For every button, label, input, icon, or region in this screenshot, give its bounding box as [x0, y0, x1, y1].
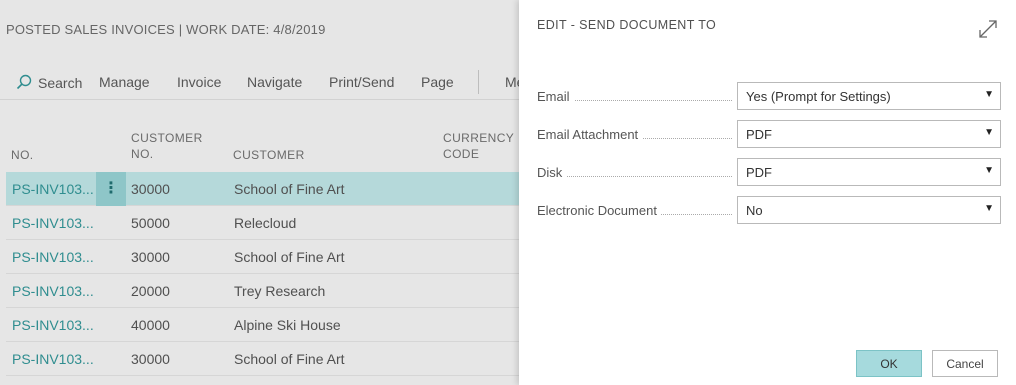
electronic-document-select[interactable]: No ▼	[737, 196, 1001, 224]
invoice-no[interactable]: PS-INV103...	[12, 317, 94, 333]
customer-no: 30000	[131, 249, 170, 265]
email-value: Yes (Prompt for Settings)	[746, 89, 891, 104]
search-icon	[16, 74, 32, 90]
table-row[interactable]: PS-INV103... 30000 School of Fine Art	[6, 240, 520, 274]
dialog-title: EDIT - SEND DOCUMENT TO	[537, 18, 717, 32]
column-header-customer-no[interactable]: CUSTOMER NO.	[131, 130, 203, 162]
email-label: Email	[537, 89, 574, 104]
expand-icon[interactable]	[977, 18, 999, 40]
disk-field: Disk PDF ▼	[537, 158, 1002, 186]
email-select[interactable]: Yes (Prompt for Settings) ▼	[737, 82, 1001, 110]
column-header-currency-line1: CURRENCY	[443, 131, 515, 145]
column-header-no[interactable]: NO.	[11, 147, 34, 163]
dropdown-arrow-icon: ▼	[984, 165, 994, 176]
invoice-no[interactable]: PS-INV103...	[12, 283, 94, 299]
table-row[interactable]: PS-INV103... 20000 Trey Research	[6, 274, 520, 308]
invoice-no[interactable]: PS-INV103...	[12, 181, 94, 197]
email-attachment-select[interactable]: PDF ▼	[737, 120, 1001, 148]
search-action[interactable]: Search	[16, 74, 82, 91]
electronic-document-field: Electronic Document No ▼	[537, 196, 1002, 224]
email-field: Email Yes (Prompt for Settings) ▼	[537, 82, 1002, 110]
email-attachment-field: Email Attachment PDF ▼	[537, 120, 1002, 148]
electronic-document-label: Electronic Document	[537, 203, 661, 218]
column-header-customer-no-line1: CUSTOMER	[131, 131, 203, 145]
dropdown-arrow-icon: ▼	[984, 89, 994, 100]
electronic-document-value: No	[746, 203, 763, 218]
navigate-action[interactable]: Navigate	[247, 74, 302, 90]
page-title: POSTED SALES INVOICES | WORK DATE: 4/8/2…	[6, 22, 326, 37]
invoice-rows: PS-INV103... ⋮ 30000 School of Fine Art …	[6, 172, 520, 376]
email-attachment-value: PDF	[746, 127, 772, 142]
customer-name: School of Fine Art	[234, 351, 345, 367]
search-label: Search	[38, 75, 83, 91]
print-send-action[interactable]: Print/Send	[329, 74, 394, 90]
ok-button[interactable]: OK	[856, 350, 922, 377]
email-attachment-label: Email Attachment	[537, 127, 643, 142]
send-document-dialog: EDIT - SEND DOCUMENT TO Email Yes (Promp…	[519, 0, 1016, 385]
customer-no: 20000	[131, 283, 170, 299]
row-menu-icon[interactable]: ⋮	[96, 172, 126, 206]
column-header-currency-line2: CODE	[443, 147, 480, 161]
invoice-no[interactable]: PS-INV103...	[12, 215, 94, 231]
customer-name: Alpine Ski House	[234, 317, 341, 333]
column-header-currency-code[interactable]: CURRENCY CODE	[443, 130, 514, 162]
dropdown-arrow-icon: ▼	[984, 127, 994, 138]
table-row[interactable]: PS-INV103... 40000 Alpine Ski House	[6, 308, 520, 342]
invoice-action[interactable]: Invoice	[177, 74, 221, 90]
table-row[interactable]: PS-INV103... 30000 School of Fine Art	[6, 342, 520, 376]
customer-name: School of Fine Art	[234, 249, 345, 265]
manage-action[interactable]: Manage	[99, 74, 150, 90]
disk-label: Disk	[537, 165, 567, 180]
invoice-no[interactable]: PS-INV103...	[12, 351, 94, 367]
dropdown-arrow-icon: ▼	[984, 203, 994, 214]
action-divider	[478, 70, 479, 94]
invoice-no[interactable]: PS-INV103...	[12, 249, 94, 265]
column-header-customer[interactable]: CUSTOMER	[233, 147, 305, 163]
customer-name: Relecloud	[234, 215, 297, 231]
customer-no: 40000	[131, 317, 170, 333]
disk-value: PDF	[746, 165, 772, 180]
customer-no: 30000	[131, 181, 170, 197]
customer-no: 30000	[131, 351, 170, 367]
table-row[interactable]: PS-INV103... 50000 Relecloud	[6, 206, 520, 240]
customer-name: Trey Research	[234, 283, 326, 299]
disk-select[interactable]: PDF ▼	[737, 158, 1001, 186]
customer-name: School of Fine Art	[234, 181, 345, 197]
action-bar: Search Manage Invoice Navigate Print/Sen…	[0, 64, 524, 100]
page-action[interactable]: Page	[421, 74, 454, 90]
cancel-button[interactable]: Cancel	[932, 350, 998, 377]
column-header-customer-no-line2: NO.	[131, 147, 154, 161]
table-row[interactable]: PS-INV103... ⋮ 30000 School of Fine Art	[6, 172, 520, 206]
customer-no: 50000	[131, 215, 170, 231]
